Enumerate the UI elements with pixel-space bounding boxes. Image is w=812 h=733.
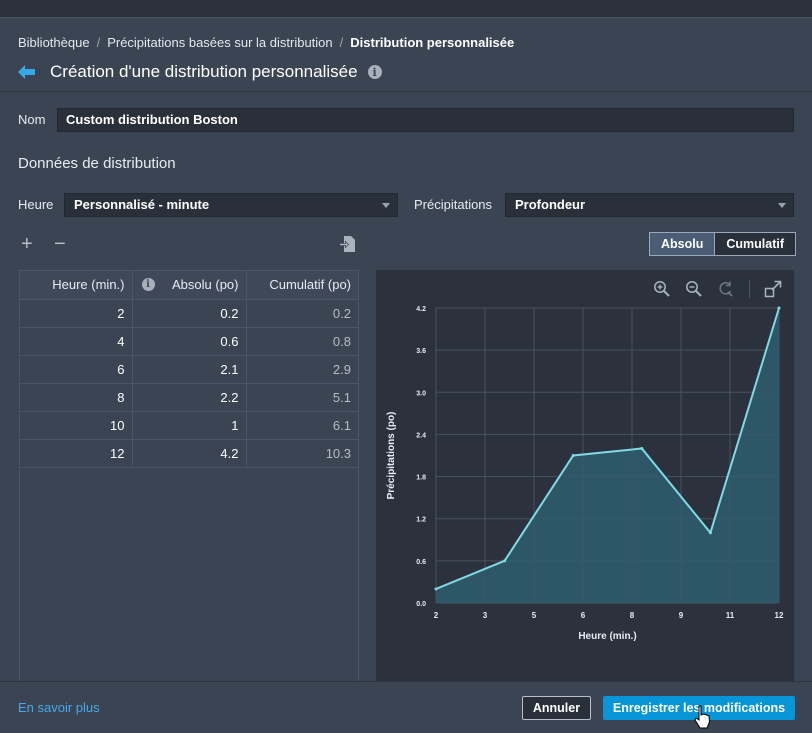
x-tick-label: 6: [581, 611, 586, 620]
chevron-down-icon: [778, 203, 786, 208]
cell-time[interactable]: 8: [20, 383, 133, 412]
x-tick-label: 2: [434, 611, 439, 620]
data-point: [777, 306, 781, 310]
chart-panel: 2 3 5 6 8 9 11 12 0.0 0.6 1.2 1.8 2.4 3.0 3.6 4.2 Heure …: [376, 270, 794, 733]
table-row[interactable]: 10 1 6.1: [20, 411, 358, 440]
distribution-table: Heure (min.) i Absolu (po) Cumulatif (po…: [19, 270, 359, 733]
table-row[interactable]: 4 0.6 0.8: [20, 327, 358, 356]
table-row[interactable]: 2 0.2 0.2: [20, 299, 358, 328]
cancel-button[interactable]: Annuler: [522, 696, 591, 720]
x-tick-label: 9: [679, 611, 684, 620]
page-header: Bibliothèque / Précipitations basées sur l…: [0, 18, 812, 92]
back-arrow-icon[interactable]: [18, 62, 40, 82]
column-header-absolute: i Absolu (po): [132, 271, 247, 300]
column-header-time: Heure (min.): [20, 271, 133, 300]
page-title: Création d'une distribution personnalisé…: [50, 62, 358, 81]
time-unit-select[interactable]: Personnalisé - minute: [64, 193, 398, 217]
y-tick-label: 3.0: [416, 390, 426, 397]
y-tick-label: 0.0: [416, 601, 426, 608]
precip-label: Précipitations: [414, 197, 493, 212]
column-header-absolute-label: Absolu (po): [172, 277, 239, 293]
cell-time[interactable]: 2: [20, 299, 133, 328]
info-icon[interactable]: i: [141, 278, 155, 292]
cell-cumulative: 10.3: [246, 439, 358, 468]
expand-icon[interactable]: [764, 280, 782, 298]
remove-row-button[interactable]: −: [54, 234, 66, 254]
y-tick-label: 3.6: [416, 348, 426, 355]
toggle-absolute[interactable]: Absolu: [650, 233, 716, 255]
cell-absolute[interactable]: 0.6: [132, 327, 247, 356]
data-point: [571, 454, 575, 457]
y-tick-label: 4.2: [416, 306, 426, 313]
data-point: [503, 559, 507, 563]
cell-cumulative: 0.2: [246, 299, 358, 328]
precip-type-value: Profondeur: [515, 197, 586, 212]
add-row-button[interactable]: +: [21, 234, 33, 254]
x-tick-label: 12: [775, 611, 784, 620]
section-title: Données de distribution: [18, 155, 176, 172]
x-tick-label: 3: [483, 611, 488, 620]
y-tick-label: 1.2: [416, 517, 426, 524]
data-point: [708, 531, 712, 535]
mouse-pointer-icon: [694, 705, 711, 729]
footer: En savoir plus Annuler Enregistrer les m…: [0, 681, 812, 733]
view-toggle: Absolu Cumulatif: [649, 232, 796, 256]
cell-cumulative: 0.8: [246, 327, 358, 356]
table-row[interactable]: 12 4.2 10.3: [20, 439, 358, 468]
name-label: Nom: [18, 112, 46, 127]
breadcrumb-item-distribution[interactable]: Précipitations basées sur la distributio…: [107, 35, 332, 50]
time-label: Heure: [18, 197, 54, 212]
y-tick-label: 1.8: [416, 475, 426, 482]
cell-absolute[interactable]: 1: [132, 411, 247, 440]
reset-zoom-icon[interactable]: [717, 280, 735, 298]
time-unit-value: Personnalisé - minute: [74, 197, 210, 212]
breadcrumb-separator: /: [339, 35, 344, 50]
name-input[interactable]: Custom distribution Boston: [57, 108, 794, 132]
breadcrumb-item-library[interactable]: Bibliothèque: [18, 35, 90, 50]
cell-cumulative: 2.9: [246, 355, 358, 384]
cell-cumulative: 5.1: [246, 383, 358, 412]
table-row[interactable]: 8 2.2 5.1: [20, 383, 358, 412]
x-tick-label: 8: [630, 611, 635, 620]
y-tick-label: 2.4: [416, 432, 426, 439]
column-header-cumulative: Cumulatif (po): [246, 271, 358, 300]
series-area: [436, 308, 779, 603]
y-axis-label: Précipitations (po): [386, 412, 397, 500]
breadcrumb: Bibliothèque / Précipitations basées sur l…: [18, 35, 514, 50]
y-tick-label: 0.6: [416, 559, 426, 566]
import-icon[interactable]: [338, 235, 356, 257]
x-tick-label: 11: [726, 611, 735, 620]
precipitation-chart: 2 3 5 6 8 9 11 12 0.0 0.6 1.2 1.8 2.4 3.0 3.6 4.2 Heure …: [386, 306, 784, 642]
toggle-cumulative[interactable]: Cumulatif: [715, 233, 795, 255]
window-top-bar: [0, 0, 812, 18]
chart-toolbar: [653, 280, 782, 298]
x-axis-label: Heure (min.): [578, 631, 636, 642]
cell-time[interactable]: 4: [20, 327, 133, 356]
table-row[interactable]: 6 2.1 2.9: [20, 355, 358, 384]
cell-absolute[interactable]: 4.2: [132, 439, 247, 468]
x-tick-label: 5: [532, 611, 537, 620]
zoom-in-icon[interactable]: [653, 280, 671, 298]
learn-more-link[interactable]: En savoir plus: [18, 700, 100, 715]
breadcrumb-separator: /: [96, 35, 101, 50]
table-header-row: Heure (min.) i Absolu (po) Cumulatif (po…: [20, 271, 358, 300]
data-point: [434, 587, 438, 591]
info-icon[interactable]: i: [367, 65, 382, 79]
toolbar-divider: [749, 280, 750, 298]
cell-cumulative: 6.1: [246, 411, 358, 440]
cell-absolute[interactable]: 0.2: [132, 299, 247, 328]
cell-absolute[interactable]: 2.2: [132, 383, 247, 412]
breadcrumb-item-current: Distribution personnalisée: [350, 35, 515, 50]
cell-time[interactable]: 12: [20, 439, 133, 468]
cell-time[interactable]: 6: [20, 355, 133, 384]
data-point: [640, 446, 644, 450]
cell-time[interactable]: 10: [20, 411, 133, 440]
chevron-down-icon: [382, 203, 390, 208]
precip-type-select[interactable]: Profondeur: [505, 193, 794, 217]
zoom-out-icon[interactable]: [685, 280, 703, 298]
cell-absolute[interactable]: 2.1: [132, 355, 247, 384]
